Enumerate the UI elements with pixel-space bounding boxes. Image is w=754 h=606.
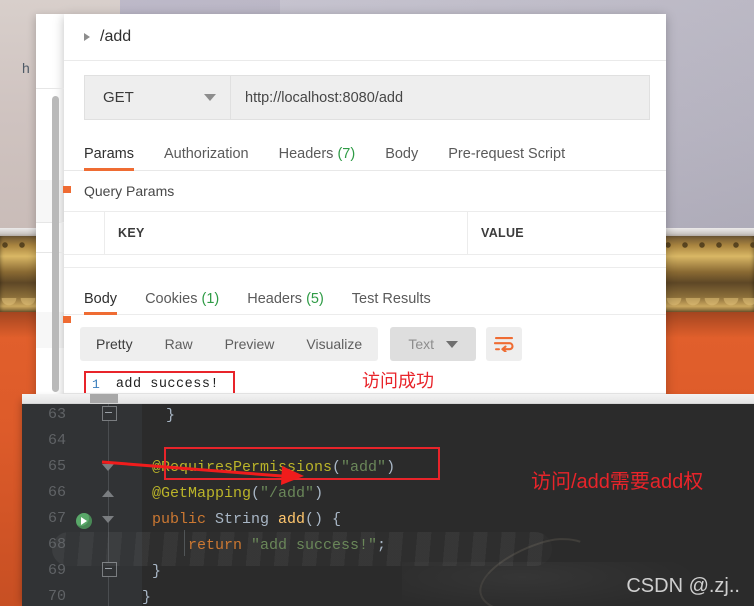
tab-body-label: Body: [385, 146, 419, 162]
line-number: 70: [47, 588, 66, 605]
code-token: "add success!": [251, 537, 378, 554]
response-tab-headers-count: (5): [306, 291, 324, 307]
response-annotation-note: 访问成功: [362, 371, 434, 391]
tab-authorization[interactable]: Authorization: [164, 146, 249, 170]
tab-body[interactable]: Body: [385, 146, 418, 170]
code-line: return "add success!";: [142, 532, 754, 558]
postman-window: /add GET http://localhost:8080/add Param…: [64, 14, 666, 399]
response-tab-cookies-count: (1): [201, 291, 220, 307]
content-type-label: Text: [408, 336, 435, 352]
query-params-empty-row[interactable]: [64, 255, 666, 268]
code-token: ): [386, 459, 396, 476]
tab-pre-request-script[interactable]: Pre-request Script: [448, 146, 565, 170]
format-preview[interactable]: Preview: [209, 327, 291, 361]
response-tab-test-results-label: Test Results: [351, 291, 431, 307]
code-token: "/add": [260, 485, 315, 502]
url-input[interactable]: http://localhost:8080/add: [230, 75, 650, 120]
code-token: }: [166, 407, 176, 424]
response-tabs: Body Cookies (1) Headers (5) Test Result…: [64, 268, 666, 315]
response-tab-cookies-label: Cookies: [145, 291, 198, 307]
code-token: @GetMapping: [152, 485, 252, 502]
request-tabs: Params Authorization Headers (7) Body Pr…: [64, 132, 666, 171]
format-button-group: Pretty Raw Preview Visualize: [80, 327, 379, 361]
watermark: CSDN @.zj..: [626, 575, 740, 597]
sidebar-marker: [63, 316, 71, 323]
code-token: ;: [377, 537, 387, 554]
response-tab-headers[interactable]: Headers (5): [247, 291, 324, 314]
url-bar-row: GET http://localhost:8080/add: [64, 61, 666, 132]
url-input-value: http://localhost:8080/add: [245, 89, 404, 106]
response-tab-body-label: Body: [84, 291, 118, 307]
tab-pre-request-script-label: Pre-request Script: [448, 146, 566, 162]
tab-headers[interactable]: Headers (7): [279, 146, 356, 170]
code-annotation-note: 访问/add需要add权: [531, 471, 704, 493]
word-wrap-button[interactable]: [486, 327, 523, 361]
query-params-label: Query Params: [84, 183, 175, 199]
format-raw[interactable]: Raw: [149, 327, 209, 361]
response-body-text: add success!: [115, 377, 220, 392]
sidebar-scrollbar[interactable]: [52, 96, 62, 392]
response-tab-cookies[interactable]: Cookies (1): [145, 291, 219, 314]
response-body-line-number: 1: [92, 377, 100, 392]
chevron-down-icon: [446, 340, 459, 348]
code-token: (: [251, 485, 261, 502]
code-token: "add": [341, 459, 387, 476]
line-number: 64: [47, 432, 66, 449]
code-token: (: [332, 459, 342, 476]
tab-authorization-label: Authorization: [163, 146, 249, 162]
code-line: public String add() {: [142, 506, 754, 532]
sidebar-divider: [36, 88, 64, 89]
tab-headers-label: Headers: [278, 146, 334, 162]
format-visualize[interactable]: Visualize: [290, 327, 378, 361]
tab-params-label: Params: [84, 146, 134, 162]
code-token: }: [142, 589, 152, 606]
format-pretty[interactable]: Pretty: [80, 327, 149, 361]
response-tab-headers-label: Headers: [247, 291, 303, 307]
code-token: String: [215, 511, 279, 528]
code-token: add: [278, 511, 306, 528]
line-number: 67: [47, 510, 66, 527]
request-name: /add: [100, 28, 132, 45]
line-number: 69: [47, 562, 66, 579]
response-format-toolbar: Pretty Raw Preview Visualize Text: [64, 315, 666, 361]
code-token: return: [188, 537, 252, 554]
request-name-row: /add: [64, 14, 666, 61]
sidebar-search-text: h: [22, 60, 30, 76]
query-params-table-header: KEY VALUE: [64, 211, 666, 255]
code-token: ): [314, 485, 324, 502]
param-column-value: VALUE: [481, 226, 524, 240]
param-column-key: KEY: [105, 212, 468, 254]
sidebar-marker: [63, 186, 71, 193]
param-select-all-cell[interactable]: [64, 212, 105, 254]
line-number: 65: [47, 458, 66, 475]
http-method-select[interactable]: GET: [84, 75, 230, 120]
code-token: }: [152, 563, 162, 580]
chevron-right-icon[interactable]: [84, 33, 90, 41]
tab-headers-count: (7): [337, 146, 356, 162]
ide-horizontal-scrollbar[interactable]: [22, 394, 754, 404]
code-token: () {: [305, 511, 342, 528]
sidebar-scrollbar-thumb[interactable]: [52, 96, 59, 392]
code-token: public: [152, 511, 216, 528]
word-wrap-icon: [494, 337, 514, 352]
http-method-label: GET: [103, 89, 134, 106]
code-line: }: [142, 402, 754, 428]
line-number: 66: [47, 484, 66, 501]
content-type-select[interactable]: Text: [390, 327, 477, 361]
line-number: 68: [47, 536, 66, 553]
ide-scrollbar-thumb[interactable]: [90, 394, 118, 403]
chevron-down-icon: [204, 94, 216, 101]
tab-params[interactable]: Params: [84, 146, 134, 171]
ide-line-numbers: 63 64 65 66 67 68 69 70: [22, 402, 142, 606]
line-number: 63: [47, 406, 66, 423]
code-token: @RequiresPermissions: [152, 459, 333, 476]
response-tab-body[interactable]: Body: [84, 291, 118, 315]
response-tab-test-results[interactable]: Test Results: [352, 291, 431, 314]
